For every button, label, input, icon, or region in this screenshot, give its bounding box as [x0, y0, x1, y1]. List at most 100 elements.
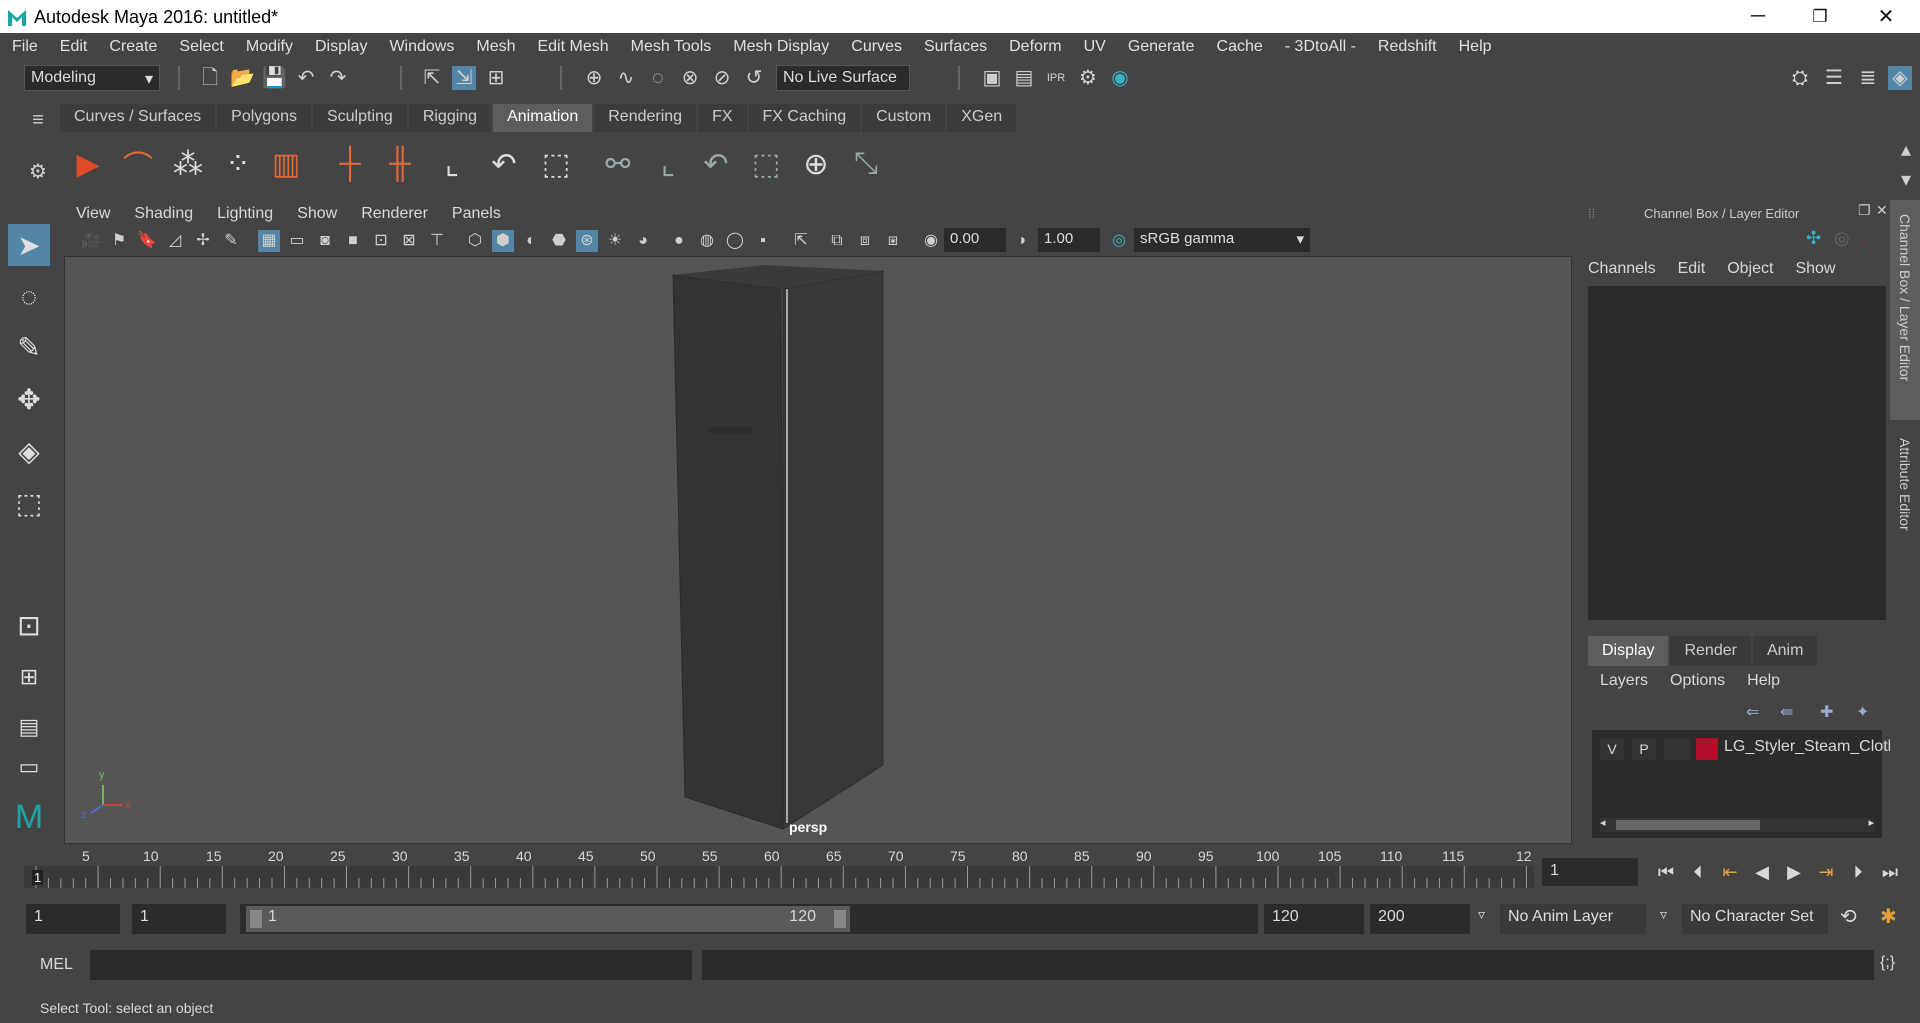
image-plane-icon[interactable]: ◿ — [164, 230, 186, 252]
channel-box-menu-channels[interactable]: Channels — [1588, 260, 1656, 284]
maximize-button[interactable]: ❐ — [1794, 0, 1846, 33]
view-transform-dropdown[interactable]: sRGB gamma ▾ — [1134, 228, 1310, 252]
wireframe-icon[interactable]: ⬡ — [464, 230, 486, 252]
layer-menu-help[interactable]: Help — [1747, 672, 1780, 690]
select-tool-icon[interactable]: ➤ — [8, 224, 50, 266]
menu-generate[interactable]: Generate — [1128, 38, 1195, 56]
layer-color-swatch[interactable] — [1696, 738, 1718, 760]
go-to-start-icon[interactable]: ⏮ — [1650, 862, 1682, 883]
snap-live-icon[interactable]: ↺ — [742, 66, 766, 90]
play-forwards-icon[interactable]: ▶ — [1778, 862, 1810, 883]
menu-mesh-tools[interactable]: Mesh Tools — [631, 38, 712, 56]
tab-polygons[interactable]: Polygons — [217, 104, 311, 132]
new-empty-layer-icon[interactable]: ✚ — [1820, 702, 1833, 722]
live-surface-field[interactable]: No Live Surface — [776, 65, 910, 91]
side-tab-attribute-editor[interactable]: Attribute Editor — [1890, 428, 1920, 558]
animation-start-field[interactable]: 1 — [26, 904, 120, 934]
animation-preferences-icon[interactable]: ✱ — [1880, 904, 1897, 929]
render-settings-icon[interactable]: ⚙ — [1076, 66, 1100, 90]
menu-display[interactable]: Display — [315, 38, 367, 56]
motion-trail-icon[interactable]: ⌒ — [118, 144, 158, 184]
tab-curves-surfaces[interactable]: Curves / Surfaces — [60, 104, 216, 132]
layer-display-type[interactable] — [1664, 738, 1690, 760]
bake-animation-icon[interactable]: ▥ — [266, 144, 306, 184]
snap-grid-icon[interactable]: ⊕ — [582, 66, 606, 90]
snap-point-icon[interactable]: ◌ — [646, 66, 670, 90]
tab-fx[interactable]: FX — [698, 104, 747, 132]
channel-box-toggle-icon[interactable]: ◈ — [1888, 66, 1912, 90]
side-tab-channel-box[interactable]: Channel Box / Layer Editor — [1890, 200, 1920, 420]
panel-menu-show[interactable]: Show — [297, 205, 337, 223]
playback-end-field[interactable]: 120 — [1264, 904, 1364, 934]
step-forward-key-icon[interactable]: ⇥ — [1810, 862, 1842, 883]
bookmark-icon[interactable]: 🔖 — [136, 230, 158, 252]
resolution-gate-icon[interactable]: ◙ — [314, 230, 336, 252]
range-start-grip[interactable] — [250, 910, 262, 928]
panel-menu-shading[interactable]: Shading — [134, 205, 193, 223]
menu-modify[interactable]: Modify — [246, 38, 293, 56]
anti-aliasing-icon[interactable]: ◯ — [724, 230, 746, 252]
layer-playback-toggle[interactable]: P — [1632, 738, 1656, 760]
tab-custom[interactable]: Custom — [862, 104, 946, 132]
layer-menu-layers[interactable]: Layers — [1600, 672, 1648, 690]
film-gate-icon[interactable]: ▭ — [286, 230, 308, 252]
menu-create[interactable]: Create — [109, 38, 157, 56]
exposure-icon[interactable]: ◉ — [920, 230, 942, 252]
mode-selector[interactable]: Modeling ▾ — [24, 65, 160, 91]
tab-render[interactable]: Render — [1670, 636, 1751, 666]
select-object-icon[interactable]: ⇲ — [452, 66, 476, 90]
script-language-label[interactable]: MEL — [40, 956, 73, 974]
shelf-scroll-down-icon[interactable]: ▾ — [1894, 168, 1918, 192]
paint-select-tool-icon[interactable]: ✎ — [8, 326, 50, 368]
layer-name[interactable]: LG_Styler_Steam_Cloth — [1724, 738, 1897, 756]
script-editor-icon[interactable]: {;} — [1880, 954, 1895, 972]
tool-settings-toggle-icon[interactable]: ≣ — [1856, 66, 1880, 90]
unghost-icon[interactable]: ⁘ — [218, 144, 258, 184]
menu-windows[interactable]: Windows — [389, 38, 454, 56]
key-scale-icon[interactable]: ⬚ — [536, 144, 576, 184]
field-chart-icon[interactable]: ⊡ — [370, 230, 392, 252]
ipr-render-icon[interactable]: IPR — [1044, 66, 1068, 90]
camera-attributes-icon[interactable]: ⚑ — [108, 230, 130, 252]
lasso-tool-icon[interactable]: ◌ — [8, 276, 50, 318]
depth-of-field-icon[interactable]: ▪ — [752, 230, 774, 252]
channel-box-content[interactable] — [1588, 286, 1886, 620]
panel-menu-panels[interactable]: Panels — [452, 205, 501, 223]
panel-menu-renderer[interactable]: Renderer — [361, 205, 428, 223]
shadows-icon[interactable]: ◕ — [632, 230, 654, 252]
menu-redshift[interactable]: Redshift — [1378, 38, 1437, 56]
isolate-select-icon[interactable]: ⇱ — [790, 230, 812, 252]
menu-mesh-display[interactable]: Mesh Display — [733, 38, 829, 56]
tab-anim[interactable]: Anim — [1752, 636, 1818, 666]
menu-cache[interactable]: Cache — [1217, 38, 1263, 56]
key-translate-icon[interactable]: ⌞ — [432, 144, 472, 184]
safe-action-icon[interactable]: ⊠ — [398, 230, 420, 252]
color-management-icon[interactable]: ◎ — [1108, 230, 1130, 252]
perspective-viewport[interactable]: y z x persp — [64, 256, 1572, 844]
attribute-editor-toggle-icon[interactable]: ☰ — [1822, 66, 1846, 90]
breakdown-key-icon[interactable]: ╫ — [380, 144, 420, 184]
single-perspective-layout-icon[interactable]: ⊡ — [8, 604, 50, 646]
gamma-icon[interactable]: ◗ — [1012, 230, 1034, 252]
step-forward-frame-icon[interactable]: ⏵ — [1842, 862, 1874, 883]
tab-rigging[interactable]: Rigging — [408, 104, 492, 132]
tab-animation[interactable]: Animation — [493, 104, 593, 132]
layer-list-horizontal-scrollbar[interactable]: ◂ ▸ — [1600, 817, 1874, 832]
outliner-layout-icon[interactable]: ▤ — [8, 706, 50, 748]
float-panel-icon[interactable]: ❐ — [1858, 202, 1871, 219]
select-component-icon[interactable]: ⊞ — [484, 66, 508, 90]
pole-vector-constraint-icon[interactable]: ⤡ — [846, 144, 886, 184]
save-scene-icon[interactable]: 💾 — [262, 66, 287, 90]
two-d-pan-zoom-icon[interactable]: ✢ — [192, 230, 214, 252]
new-layer-selected-icon[interactable]: ✦ — [1856, 702, 1869, 722]
panel-menu-view[interactable]: View — [76, 205, 110, 223]
grid-icon[interactable]: ▦ — [258, 230, 280, 252]
xray-active-components-icon[interactable]: ⧆ — [882, 230, 904, 252]
animation-end-field[interactable]: 200 — [1370, 904, 1470, 934]
maya-home-icon[interactable]: M — [8, 796, 50, 838]
shelf-scroll-up-icon[interactable]: ▴ — [1894, 138, 1918, 162]
snap-surface-icon[interactable]: ⊘ — [710, 66, 734, 90]
snap-view-icon[interactable]: ⊗ — [678, 66, 702, 90]
shelf-settings-icon[interactable]: ⚙ — [26, 160, 50, 184]
chevron-down-icon[interactable]: ▿ — [1478, 906, 1485, 923]
